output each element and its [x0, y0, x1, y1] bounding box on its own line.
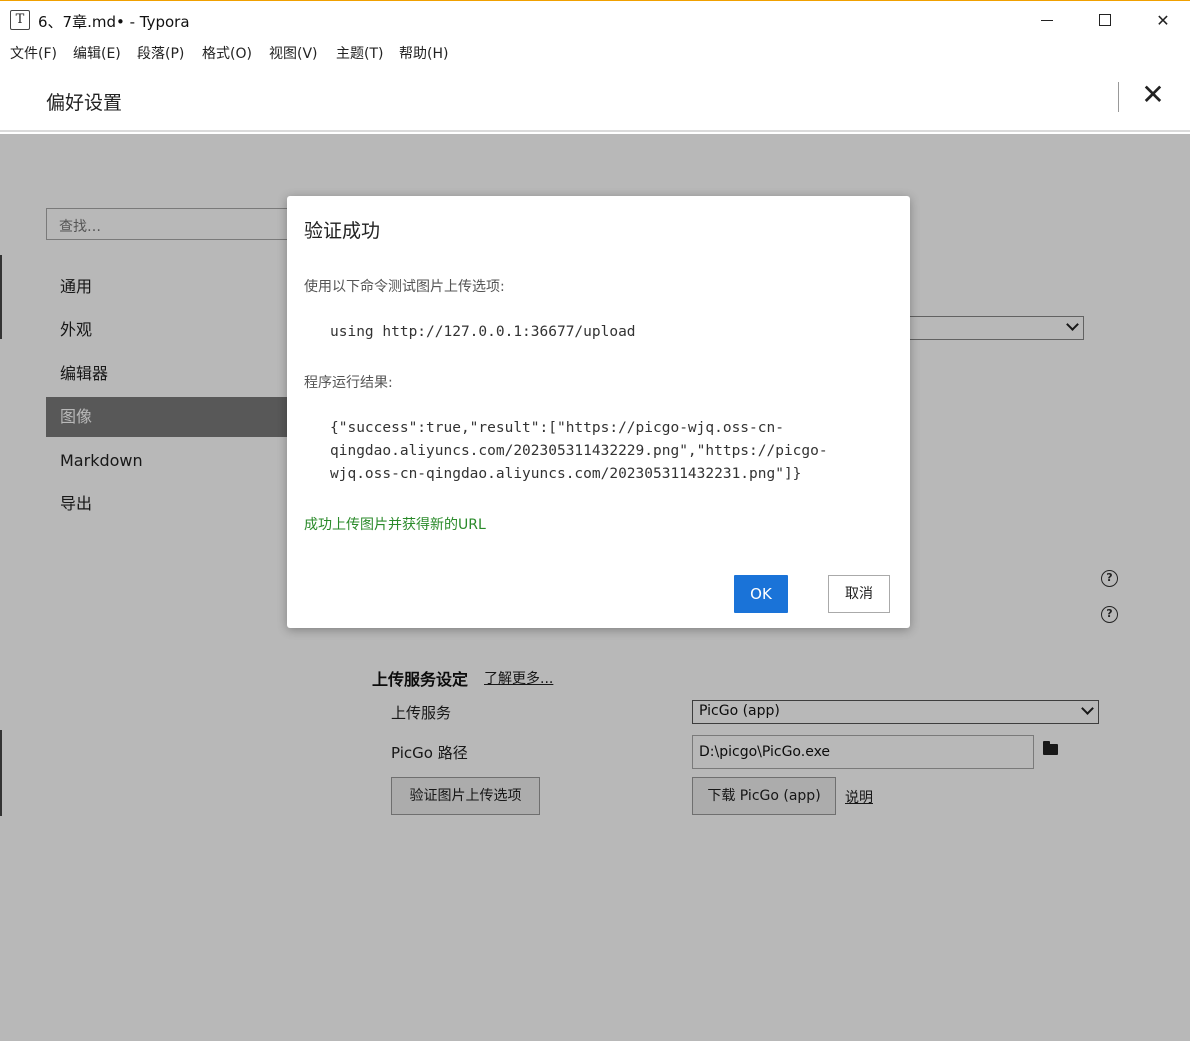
- dialog-result-line: {"success":true,"result":["https://picgo…: [330, 420, 784, 436]
- preferences-header: 偏好设置 ✕: [0, 66, 1190, 132]
- menu-format[interactable]: 格式(O): [202, 43, 252, 63]
- window-title: 6、7章.md• - Typora: [38, 13, 190, 31]
- dialog-command: using http://127.0.0.1:36677/upload: [330, 324, 636, 340]
- title-bar: T 6、7章.md• - Typora ✕: [0, 0, 1190, 38]
- menu-bar: 文件(F) 编辑(E) 段落(P) 格式(O) 视图(V) 主题(T) 帮助(H…: [0, 38, 1190, 66]
- preferences-title: 偏好设置: [46, 92, 123, 114]
- edge-strip: [0, 730, 2, 816]
- edge-strip: [0, 255, 2, 339]
- cancel-button[interactable]: 取消: [828, 575, 890, 613]
- dialog-result-label: 程序运行结果:: [304, 375, 393, 391]
- menu-help[interactable]: 帮助(H): [399, 43, 448, 63]
- minimize-button[interactable]: [1018, 1, 1076, 39]
- dialog-result-line: wjq.oss-cn-qingdao.aliyuncs.com/20230531…: [330, 466, 802, 482]
- maximize-icon: [1099, 14, 1111, 26]
- verification-dialog: 验证成功 使用以下命令测试图片上传选项: using http://127.0.…: [287, 196, 910, 628]
- dialog-success-message: 成功上传图片并获得新的URL: [304, 517, 486, 533]
- menu-file[interactable]: 文件(F): [10, 43, 57, 63]
- maximize-button[interactable]: [1076, 1, 1134, 39]
- dialog-intro-text: 使用以下命令测试图片上传选项:: [304, 279, 505, 295]
- window-close-button[interactable]: ✕: [1134, 1, 1190, 39]
- ok-button[interactable]: OK: [734, 575, 788, 613]
- close-icon: ✕: [1156, 10, 1170, 30]
- header-divider: [1118, 82, 1119, 112]
- dialog-title: 验证成功: [304, 220, 381, 242]
- preferences-close-button[interactable]: ✕: [1138, 80, 1168, 110]
- menu-view[interactable]: 视图(V): [269, 43, 318, 63]
- menu-edit[interactable]: 编辑(E): [73, 43, 121, 63]
- dialog-result-line: qingdao.aliyuncs.com/202305311432229.png…: [330, 443, 828, 459]
- menu-paragraph[interactable]: 段落(P): [137, 43, 184, 63]
- typora-app-icon: T: [10, 10, 30, 30]
- minimize-icon: [1041, 19, 1053, 21]
- menu-theme[interactable]: 主题(T): [336, 43, 383, 63]
